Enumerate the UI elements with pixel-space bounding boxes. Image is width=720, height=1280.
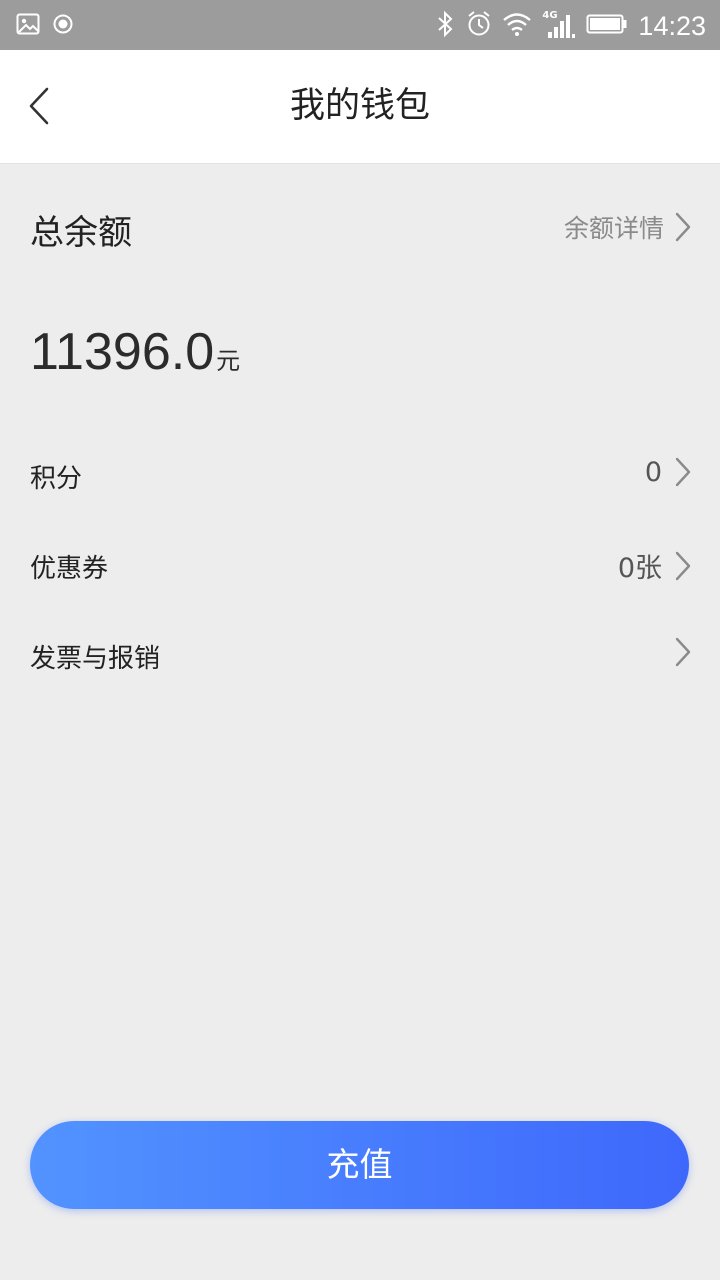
- balance-detail-label: 余额详情: [563, 214, 664, 243]
- wifi-icon: [502, 11, 532, 41]
- coupons-row[interactable]: 优惠券 0张: [0, 530, 720, 600]
- coupons-label: 优惠券: [30, 554, 109, 584]
- record-icon: [52, 13, 74, 39]
- balance-detail-link[interactable]: 余额详情: [564, 209, 692, 245]
- balance-amount: 11396.0元: [30, 322, 240, 382]
- invoice-row[interactable]: 发票与报销: [0, 620, 720, 690]
- signal-icon: 4G: [542, 10, 576, 40]
- header-bar: 我的钱包: [0, 50, 720, 164]
- balance-section: 总余额 余额详情: [0, 195, 720, 265]
- page-title: 我的钱包: [289, 86, 430, 126]
- back-button[interactable]: [22, 84, 62, 128]
- balance-amount-value: 11396.0: [30, 323, 215, 381]
- image-icon: [16, 13, 40, 39]
- points-label: 积分: [30, 464, 83, 494]
- invoice-label: 发票与报销: [30, 644, 161, 674]
- chevron-right-icon: [675, 457, 691, 487]
- chevron-right-icon: [675, 637, 691, 667]
- chevron-right-icon: [675, 212, 691, 242]
- battery-icon: [586, 13, 628, 39]
- bluetooth-icon: [436, 10, 456, 42]
- chevron-left-icon: [22, 87, 62, 132]
- status-bar: 4G 14:23: [0, 0, 720, 50]
- balance-amount-unit: 元: [216, 347, 241, 375]
- coupons-value: 0张: [617, 553, 662, 584]
- alarm-icon: [466, 10, 492, 42]
- balance-label: 总余额: [30, 213, 132, 253]
- recharge-button[interactable]: 充值: [30, 1121, 689, 1209]
- points-row[interactable]: 积分 0: [0, 440, 720, 510]
- chevron-right-icon: [675, 551, 691, 580]
- clock-time: 14:23: [638, 11, 706, 41]
- points-value: 0: [644, 456, 662, 488]
